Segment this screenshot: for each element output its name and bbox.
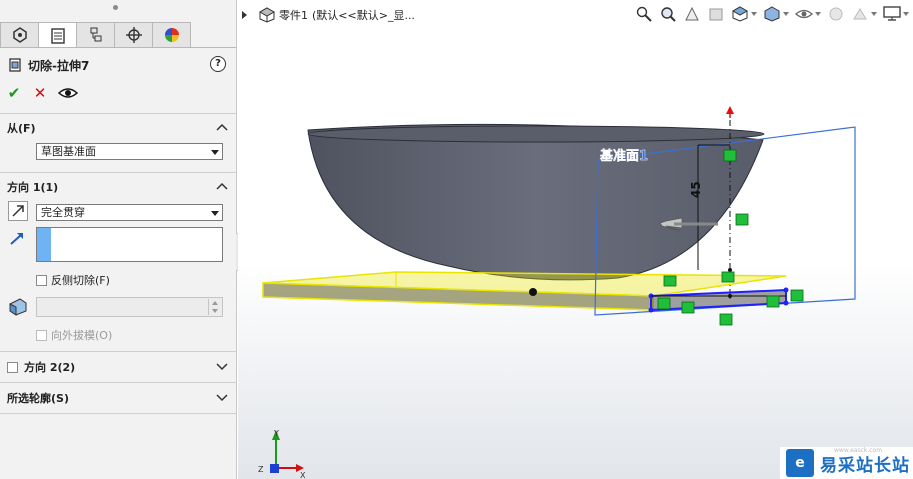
cancel-x-icon[interactable]: ✕ [32,84,48,102]
selected-contours-group-header[interactable]: 所选轮廓(S) [7,390,230,406]
chevron-down-icon[interactable] [216,391,228,403]
draft-icon [9,298,27,316]
property-manager-panel: 切除-拉伸7 ? ✔ ✕ 从(F) 草图基准面 方向 1(1) 完全贯穿 反侧切… [0,0,237,479]
dropdown-arrow-icon [211,211,219,216]
feature-manager-icon [12,27,27,43]
tab-feature-manager[interactable] [0,22,39,47]
direction2-checkbox[interactable] [7,361,18,373]
tab-property-manager[interactable] [38,22,77,48]
chevron-down-icon[interactable] [216,360,228,372]
from-select-value: 草图基准面 [41,145,96,158]
bowl-rim[interactable] [307,125,765,143]
origin-point [529,288,537,296]
tab-display-manager[interactable] [152,22,191,47]
extrude-cut-icon [9,58,21,72]
tab-dimxpert-manager[interactable] [114,22,153,47]
svg-text:Z: Z [258,465,264,474]
color-wheel-icon [164,28,179,42]
graphics-area[interactable]: 零件1 (默认<<默认>_显... 基准面1 45 Y X Z e 易采站长站 … [238,0,913,479]
tab-configuration-manager[interactable] [76,22,115,47]
direction1-label: 方向 1(1) [7,181,59,194]
crosshair-icon [125,27,142,43]
preview-eye-icon[interactable] [58,86,78,100]
property-manager-icon [50,27,65,44]
svg-text:Y: Y [273,429,279,438]
from-group-label: 从(F) [7,122,36,135]
dropdown-arrow-icon [211,150,219,155]
draft-angle-input[interactable] [36,297,223,317]
from-group-header[interactable]: 从(F) [7,120,230,136]
end-condition-select[interactable]: 完全贯穿 [36,204,223,221]
direction-arrow-icon [10,233,23,245]
end-condition-value: 完全贯穿 [41,206,85,219]
reverse-direction-icon [12,205,24,217]
svg-text:X: X [300,471,306,478]
configuration-manager-icon [90,27,101,42]
from-select[interactable]: 草图基准面 [36,143,223,160]
draft-outward-row[interactable]: 向外拔模(O) [36,327,112,343]
watermark-url: www.easck.com [834,447,883,454]
direction-selection-box[interactable] [36,227,223,262]
chevron-up-icon[interactable] [216,121,228,133]
spin-buttons[interactable] [208,299,221,315]
draft-outward-label: 向外拔模(O) [51,329,113,342]
flip-side-cut-label: 反侧切除(F) [51,274,110,287]
coordinate-triad: Y X Z [258,429,306,478]
dimension-label[interactable]: 45 [689,181,703,198]
direction2-label: 方向 2(2) [24,361,76,374]
flip-side-cut-checkbox[interactable] [36,274,47,286]
manager-tabs [0,22,191,48]
chevron-up-icon[interactable] [216,180,228,192]
model-viewport[interactable]: 基准面1 45 [238,0,913,479]
direction2-group-header[interactable]: 方向 2(2) [7,359,230,375]
watermark-logo-icon: e [786,449,814,477]
panel-grip[interactable] [0,0,236,18]
action-row: ✔ ✕ [6,84,78,102]
feature-title: 切除-拉伸7 [28,58,90,73]
direction1-group-header[interactable]: 方向 1(1) [7,179,230,195]
help-icon[interactable]: ? [210,56,226,72]
spin-arrows-icon [212,301,218,313]
draft-outward-checkbox[interactable] [36,329,47,341]
selected-contours-label: 所选轮廓(S) [7,392,69,405]
reverse-direction-button[interactable] [8,201,28,221]
flip-side-cut-row[interactable]: 反侧切除(F) [36,272,110,288]
watermark-text: 易采站长站 [820,455,910,476]
draft-button[interactable] [8,296,28,316]
ok-check-icon[interactable]: ✔ [6,84,22,102]
feature-header: 切除-拉伸7 ? [8,56,228,74]
watermark: e 易采站长站 www.easck.com [780,447,913,479]
plane1-label[interactable]: 基准面1 [599,148,648,164]
